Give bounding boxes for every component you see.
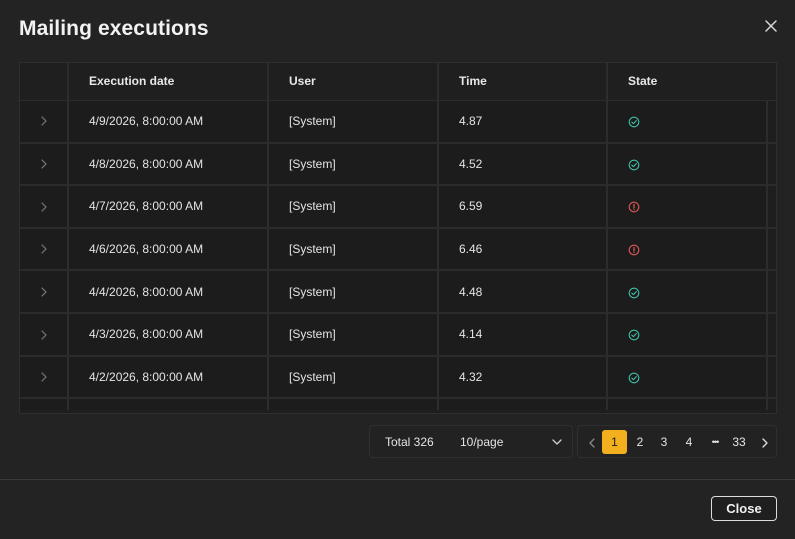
expand-cell: [20, 100, 69, 144]
time-cell: 4.14: [438, 312, 608, 357]
user-cell: [System]: [268, 270, 439, 314]
user-cell: [System]: [268, 355, 439, 400]
page-button-1[interactable]: 1: [602, 430, 627, 454]
table-row: [20, 398, 776, 411]
chevron-right-icon[interactable]: [37, 114, 51, 128]
executions-table: Execution date User Time State 4/9/2026,…: [19, 62, 777, 414]
alert-circle-icon: [628, 201, 640, 213]
table-row[interactable]: 4/4/2026, 8:00:00 AM [System] 4.48: [20, 270, 776, 314]
table-row[interactable]: 4/3/2026, 8:00:00 AM [System] 4.14: [20, 312, 776, 357]
user-cell: [System]: [268, 185, 439, 229]
page-button-2[interactable]: 2: [630, 430, 650, 454]
expand-cell: [20, 355, 69, 400]
state-cell: [607, 185, 768, 229]
page-button-4[interactable]: 4: [679, 430, 699, 454]
total-count: Total 326: [385, 435, 434, 449]
time-cell: 4.87: [438, 100, 608, 144]
dialog-title: Mailing executions: [19, 17, 209, 40]
check-circle-icon: [628, 287, 640, 299]
pagination-summary: Total 326 10/page: [369, 425, 573, 458]
table-header-row: Execution date User Time State: [20, 63, 776, 101]
chevron-right-icon[interactable]: [37, 200, 51, 214]
partial-cell: [68, 398, 269, 411]
chevron-right-icon[interactable]: [37, 242, 51, 256]
close-icon[interactable]: [762, 17, 780, 35]
time-cell: 4.48: [438, 270, 608, 314]
close-button[interactable]: Close: [711, 496, 777, 521]
page-size-select[interactable]: 10/page: [460, 435, 503, 449]
table-row[interactable]: 4/6/2026, 8:00:00 AM [System] 6.46: [20, 227, 776, 272]
alert-circle-icon: [628, 244, 640, 256]
footer-divider: [0, 479, 795, 480]
scroll-gutter: [767, 142, 776, 187]
scroll-gutter: [767, 227, 776, 272]
user-cell: [System]: [268, 142, 439, 187]
user-cell: [System]: [268, 227, 439, 272]
state-cell: [607, 270, 768, 314]
chevron-right-icon[interactable]: [37, 328, 51, 342]
column-header-user[interactable]: User: [268, 63, 439, 101]
chevron-right-icon[interactable]: [755, 430, 775, 454]
expand-cell: [20, 142, 69, 187]
execution-date-cell: 4/2/2026, 8:00:00 AM: [68, 355, 269, 400]
expand-cell: [20, 227, 69, 272]
execution-date-cell: 4/8/2026, 8:00:00 AM: [68, 142, 269, 187]
scroll-gutter: [767, 312, 776, 357]
user-cell: [System]: [268, 100, 439, 144]
check-circle-icon: [628, 329, 640, 341]
table-row[interactable]: 4/7/2026, 8:00:00 AM [System] 6.59: [20, 185, 776, 229]
time-cell: 4.32: [438, 355, 608, 400]
column-header-time[interactable]: Time: [438, 63, 608, 101]
table-row[interactable]: 4/2/2026, 8:00:00 AM [System] 4.32: [20, 355, 776, 400]
scroll-gutter: [767, 355, 776, 400]
chevron-down-icon[interactable]: [550, 435, 564, 449]
scroll-gutter: [767, 185, 776, 229]
pagination-controls: 1 2 3 4 ••• 33: [577, 425, 777, 458]
partial-cell: [607, 398, 768, 411]
time-cell: 6.59: [438, 185, 608, 229]
partial-cell: [20, 398, 69, 411]
page-ellipsis[interactable]: •••: [705, 430, 725, 454]
state-cell: [607, 100, 768, 144]
expand-cell: [20, 270, 69, 314]
execution-date-cell: 4/9/2026, 8:00:00 AM: [68, 100, 269, 144]
execution-date-cell: 4/3/2026, 8:00:00 AM: [68, 312, 269, 357]
expand-cell: [20, 185, 69, 229]
page-button-33[interactable]: 33: [729, 430, 749, 454]
state-cell: [607, 227, 768, 272]
chevron-left-icon[interactable]: [582, 430, 602, 454]
partial-cell: [268, 398, 439, 411]
partial-cell: [767, 398, 776, 411]
state-cell: [607, 312, 768, 357]
expand-cell: [20, 312, 69, 357]
check-circle-icon: [628, 159, 640, 171]
state-cell: [607, 142, 768, 187]
chevron-right-icon[interactable]: [37, 157, 51, 171]
column-header-expand: [20, 63, 69, 101]
scroll-gutter: [767, 100, 776, 144]
partial-cell: [438, 398, 608, 411]
chevron-right-icon[interactable]: [37, 285, 51, 299]
state-cell: [607, 355, 768, 400]
column-header-execution-date[interactable]: Execution date: [68, 63, 269, 101]
check-circle-icon: [628, 116, 640, 128]
mailing-executions-dialog: Mailing executions Execution date User T…: [0, 0, 795, 539]
check-circle-icon: [628, 372, 640, 384]
table-row[interactable]: 4/8/2026, 8:00:00 AM [System] 4.52: [20, 142, 776, 187]
execution-date-cell: 4/4/2026, 8:00:00 AM: [68, 270, 269, 314]
page-button-3[interactable]: 3: [654, 430, 674, 454]
time-cell: 6.46: [438, 227, 608, 272]
table-row[interactable]: 4/9/2026, 8:00:00 AM [System] 4.87: [20, 100, 776, 144]
scroll-gutter: [767, 270, 776, 314]
time-cell: 4.52: [438, 142, 608, 187]
chevron-right-icon[interactable]: [37, 370, 51, 384]
execution-date-cell: 4/7/2026, 8:00:00 AM: [68, 185, 269, 229]
column-header-state[interactable]: State: [607, 63, 776, 101]
execution-date-cell: 4/6/2026, 8:00:00 AM: [68, 227, 269, 272]
user-cell: [System]: [268, 312, 439, 357]
